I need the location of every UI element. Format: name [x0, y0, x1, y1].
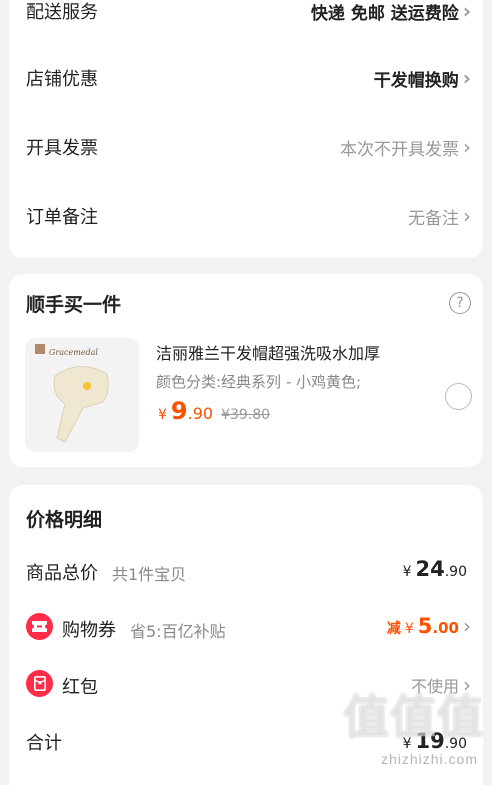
coupon-discount[interactable]: 减 ¥ 5 .00 ›: [387, 614, 471, 638]
product-name[interactable]: 洁丽雅兰干发帽超强洗吸水加厚: [156, 340, 380, 364]
original-price: ¥39.80: [221, 407, 271, 423]
chevron-right-icon: ›: [462, 0, 471, 23]
order-options-card: 配送服务 快递 免邮 送运费险 › 店铺优惠 干发帽换购 › 开具发票 本次不开…: [9, 0, 483, 258]
price-detail-title: 价格明细: [26, 509, 103, 531]
select-radio[interactable]: [445, 383, 472, 410]
invoice-row[interactable]: 开具发票 本次不开具发票 ›: [9, 132, 483, 162]
chevron-right-icon: ›: [462, 66, 471, 90]
coupon-sub: 省5:百亿补贴: [130, 622, 226, 641]
product-variant: 颜色分类:经典系列 - 小鸡黄色;: [156, 373, 362, 391]
remark-label: 订单备注: [26, 207, 98, 228]
chevron-right-icon: ›: [463, 135, 471, 159]
red-packet-label: 红包: [62, 677, 98, 698]
shop-discount-row[interactable]: 店铺优惠 干发帽换购 ›: [9, 63, 483, 93]
price-integer: 9: [170, 397, 188, 425]
chevron-right-icon: ›: [463, 614, 471, 638]
delivery-label: 配送服务: [26, 2, 98, 23]
shop-discount-value: 干发帽换购: [373, 70, 459, 91]
shop-discount-label: 店铺优惠: [26, 69, 98, 90]
invoice-label: 开具发票: [26, 138, 98, 159]
question-circle-icon[interactable]: ?: [449, 292, 471, 314]
delivery-value: 快递 免邮 送运费险: [310, 3, 459, 24]
watermark-logo: 值值值: [343, 691, 484, 743]
coupon-label: 购物券: [62, 620, 116, 641]
ticket-icon: [26, 613, 53, 640]
product-price: ¥ 9 .90 ¥39.80: [158, 397, 271, 425]
watermark-url: zhizhizhi.com: [380, 751, 478, 767]
delivery-row[interactable]: 配送服务 快递 免邮 送运费险 ›: [9, 0, 483, 26]
total-label: 商品总价: [26, 563, 98, 584]
remark-row[interactable]: 订单备注 无备注 ›: [9, 201, 483, 231]
addon-card: 顺手买一件 ? Gracemedal 洁丽雅兰干发帽超强洗吸水加厚 颜色分类:经…: [9, 274, 483, 467]
total-sub: 共1件宝贝: [112, 565, 187, 584]
addon-title: 顺手买一件: [26, 294, 122, 316]
remark-value: 无备注: [408, 208, 459, 229]
chevron-right-icon: ›: [463, 204, 471, 228]
product-image[interactable]: Gracemedal: [25, 338, 139, 452]
red-packet-icon: [26, 670, 53, 697]
brand-logo-text: Gracemedal: [49, 348, 98, 357]
sum-label: 合计: [26, 733, 62, 754]
invoice-value: 本次不开具发票: [340, 139, 459, 160]
total-price: ¥ 24 .90: [402, 557, 467, 581]
price-decimal: .90: [187, 404, 214, 423]
